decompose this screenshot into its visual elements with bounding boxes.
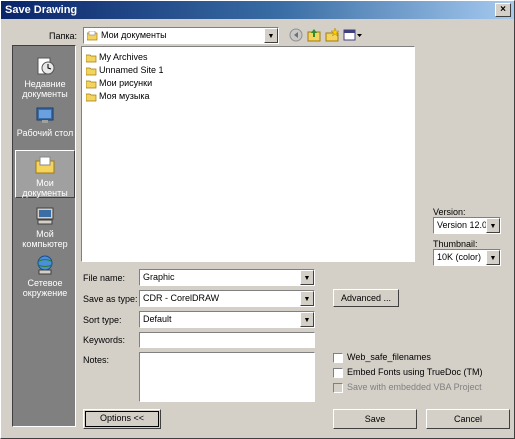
folder-label: Папка: <box>49 31 77 41</box>
checkbox-box[interactable] <box>333 367 343 378</box>
folder-icon <box>85 80 97 88</box>
chevron-down-icon[interactable]: ▼ <box>486 250 500 265</box>
place-label: Мои документы <box>22 178 68 198</box>
folder-value: Мои документы <box>101 30 167 40</box>
place-label: Сетевое окружение <box>22 278 68 298</box>
folder-icon <box>85 67 97 75</box>
thumbnail-select[interactable]: 10K (color) ▼ <box>433 249 501 266</box>
sort-type-label: Sort type: <box>83 315 122 325</box>
checkbox-label: Web_safe_filenames <box>347 352 431 362</box>
save-as-type-label: Save as type: <box>83 294 138 304</box>
save-as-type-value: CDR - CorelDRAW <box>143 293 220 303</box>
place-recent-documents[interactable]: Недавние документы <box>15 52 75 99</box>
new-folder-icon[interactable] <box>325 28 339 42</box>
notes-label: Notes: <box>83 355 110 365</box>
folder-icon <box>85 54 97 62</box>
places-bar: Недавние документы Рабочий стол Мои доку… <box>12 45 76 427</box>
checkbox-label: Embed Fonts using TrueDoc (TM) <box>347 367 483 377</box>
version-value: Version 12.0 <box>437 220 488 230</box>
my-documents-icon <box>35 156 55 174</box>
title-bar[interactable]: Save Drawing × <box>1 1 514 19</box>
notes-textarea[interactable] <box>139 352 315 402</box>
chevron-down-icon[interactable]: ▼ <box>300 270 314 285</box>
recent-documents-icon <box>37 57 55 75</box>
sort-type-value: Default <box>143 314 172 324</box>
place-network[interactable]: Сетевое окружение <box>15 251 75 298</box>
place-my-computer[interactable]: Мой компьютер <box>15 202 75 249</box>
chevron-down-icon[interactable]: ▼ <box>300 312 314 327</box>
chevron-down-icon[interactable]: ▼ <box>264 28 278 43</box>
checkbox-box[interactable] <box>333 352 343 363</box>
sort-type-select[interactable]: Default ▼ <box>139 311 315 328</box>
cancel-button[interactable]: Cancel <box>426 409 510 429</box>
file-name: My Archives <box>99 52 148 62</box>
web-safe-filenames-checkbox[interactable]: Web_safe_filenames <box>333 352 431 363</box>
chevron-down-icon[interactable]: ▼ <box>300 291 314 306</box>
embed-fonts-checkbox[interactable]: Embed Fonts using TrueDoc (TM) <box>333 367 483 378</box>
keywords-input[interactable] <box>139 332 315 348</box>
place-label: Мой компьютер <box>22 229 68 249</box>
save-drawing-dialog: Save Drawing × Папка: Мои документы ▼ Не… <box>0 0 515 439</box>
list-item[interactable]: Мои рисунки <box>85 77 153 90</box>
save-as-type-select[interactable]: CDR - CorelDRAW ▼ <box>139 290 315 307</box>
window-title: Save Drawing <box>5 4 78 16</box>
list-item[interactable]: Моя музыка <box>85 90 150 103</box>
advanced-button[interactable]: Advanced ... <box>333 289 399 307</box>
place-label: Недавние документы <box>22 79 68 99</box>
network-places-icon <box>37 255 53 275</box>
thumbnail-value: 10K (color) <box>437 252 482 262</box>
back-icon[interactable] <box>289 28 303 42</box>
place-label: Рабочий стол <box>16 128 74 138</box>
file-list[interactable]: My Archives Unnamed Site 1 Мои рисунки М… <box>81 46 415 262</box>
list-item[interactable]: Unnamed Site 1 <box>85 64 164 77</box>
desktop-icon <box>36 107 54 123</box>
file-name-label: File name: <box>83 273 126 283</box>
options-button[interactable]: Options << <box>83 409 161 429</box>
close-icon: × <box>500 4 506 15</box>
version-label: Version: <box>433 207 466 217</box>
list-item[interactable]: My Archives <box>85 51 148 64</box>
chevron-down-icon[interactable]: ▼ <box>486 218 500 233</box>
checkbox-box <box>333 382 343 393</box>
checkbox-label: Save with embedded VBA Project <box>347 382 482 392</box>
save-vba-project-checkbox: Save with embedded VBA Project <box>333 382 482 393</box>
my-documents-small-icon <box>86 30 98 40</box>
file-name-input[interactable]: Graphic ▼ <box>139 269 315 286</box>
file-name: Мои рисунки <box>99 78 153 88</box>
save-button[interactable]: Save <box>333 409 417 429</box>
close-button[interactable]: × <box>495 3 511 17</box>
place-desktop[interactable]: Рабочий стол <box>15 101 75 138</box>
folder-icon <box>85 93 97 101</box>
version-select[interactable]: Version 12.0 ▼ <box>433 217 501 234</box>
keywords-label: Keywords: <box>83 335 126 345</box>
thumbnail-label: Thumbnail: <box>433 239 478 249</box>
my-computer-icon <box>36 207 54 225</box>
file-name: Unnamed Site 1 <box>99 65 164 75</box>
place-my-documents[interactable]: Мои документы <box>15 150 75 198</box>
folder-combo[interactable]: Мои документы ▼ <box>83 27 279 44</box>
file-name: Моя музыка <box>99 91 150 101</box>
view-menu-icon[interactable] <box>343 28 363 42</box>
file-name-value: Graphic <box>143 272 175 282</box>
up-folder-icon[interactable] <box>307 28 321 42</box>
